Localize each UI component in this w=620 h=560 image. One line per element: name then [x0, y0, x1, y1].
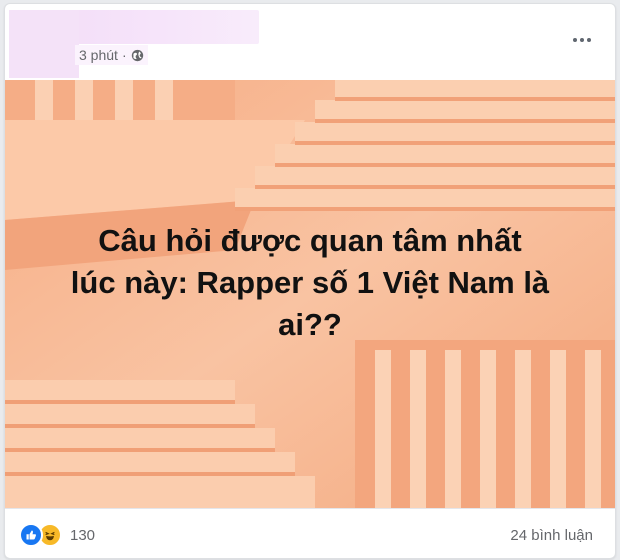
globe-icon[interactable] [131, 49, 144, 62]
post-header: 3 phút · [5, 4, 615, 80]
caption-line-1: Câu hỏi được quan tâm nhất [98, 223, 522, 258]
post-image-caption: Câu hỏi được quan tâm nhất lúc này: Rapp… [45, 220, 575, 346]
reactions-summary[interactable]: 130 [19, 523, 95, 547]
reaction-count: 130 [70, 526, 96, 544]
meta-separator: · [121, 47, 127, 63]
post-footer: 130 24 bình luận [5, 508, 615, 558]
post-meta: 3 phút · [75, 45, 148, 65]
like-icon [19, 523, 43, 547]
post-timestamp[interactable]: 3 phút [79, 47, 118, 63]
more-options-icon[interactable] [567, 30, 597, 50]
facebook-post: 3 phút · Câu hỏi được quan tâm nhất lúc … [4, 3, 616, 559]
caption-line-2: lúc này: Rapper số 1 Việt Nam là [70, 265, 550, 300]
comments-count-link[interactable]: 24 bình luận [510, 527, 593, 544]
redacted-avatar [9, 10, 79, 78]
caption-line-3: ai?? [278, 307, 342, 342]
redacted-author-name [9, 10, 259, 78]
post-image[interactable]: Câu hỏi được quan tâm nhất lúc này: Rapp… [5, 80, 615, 508]
